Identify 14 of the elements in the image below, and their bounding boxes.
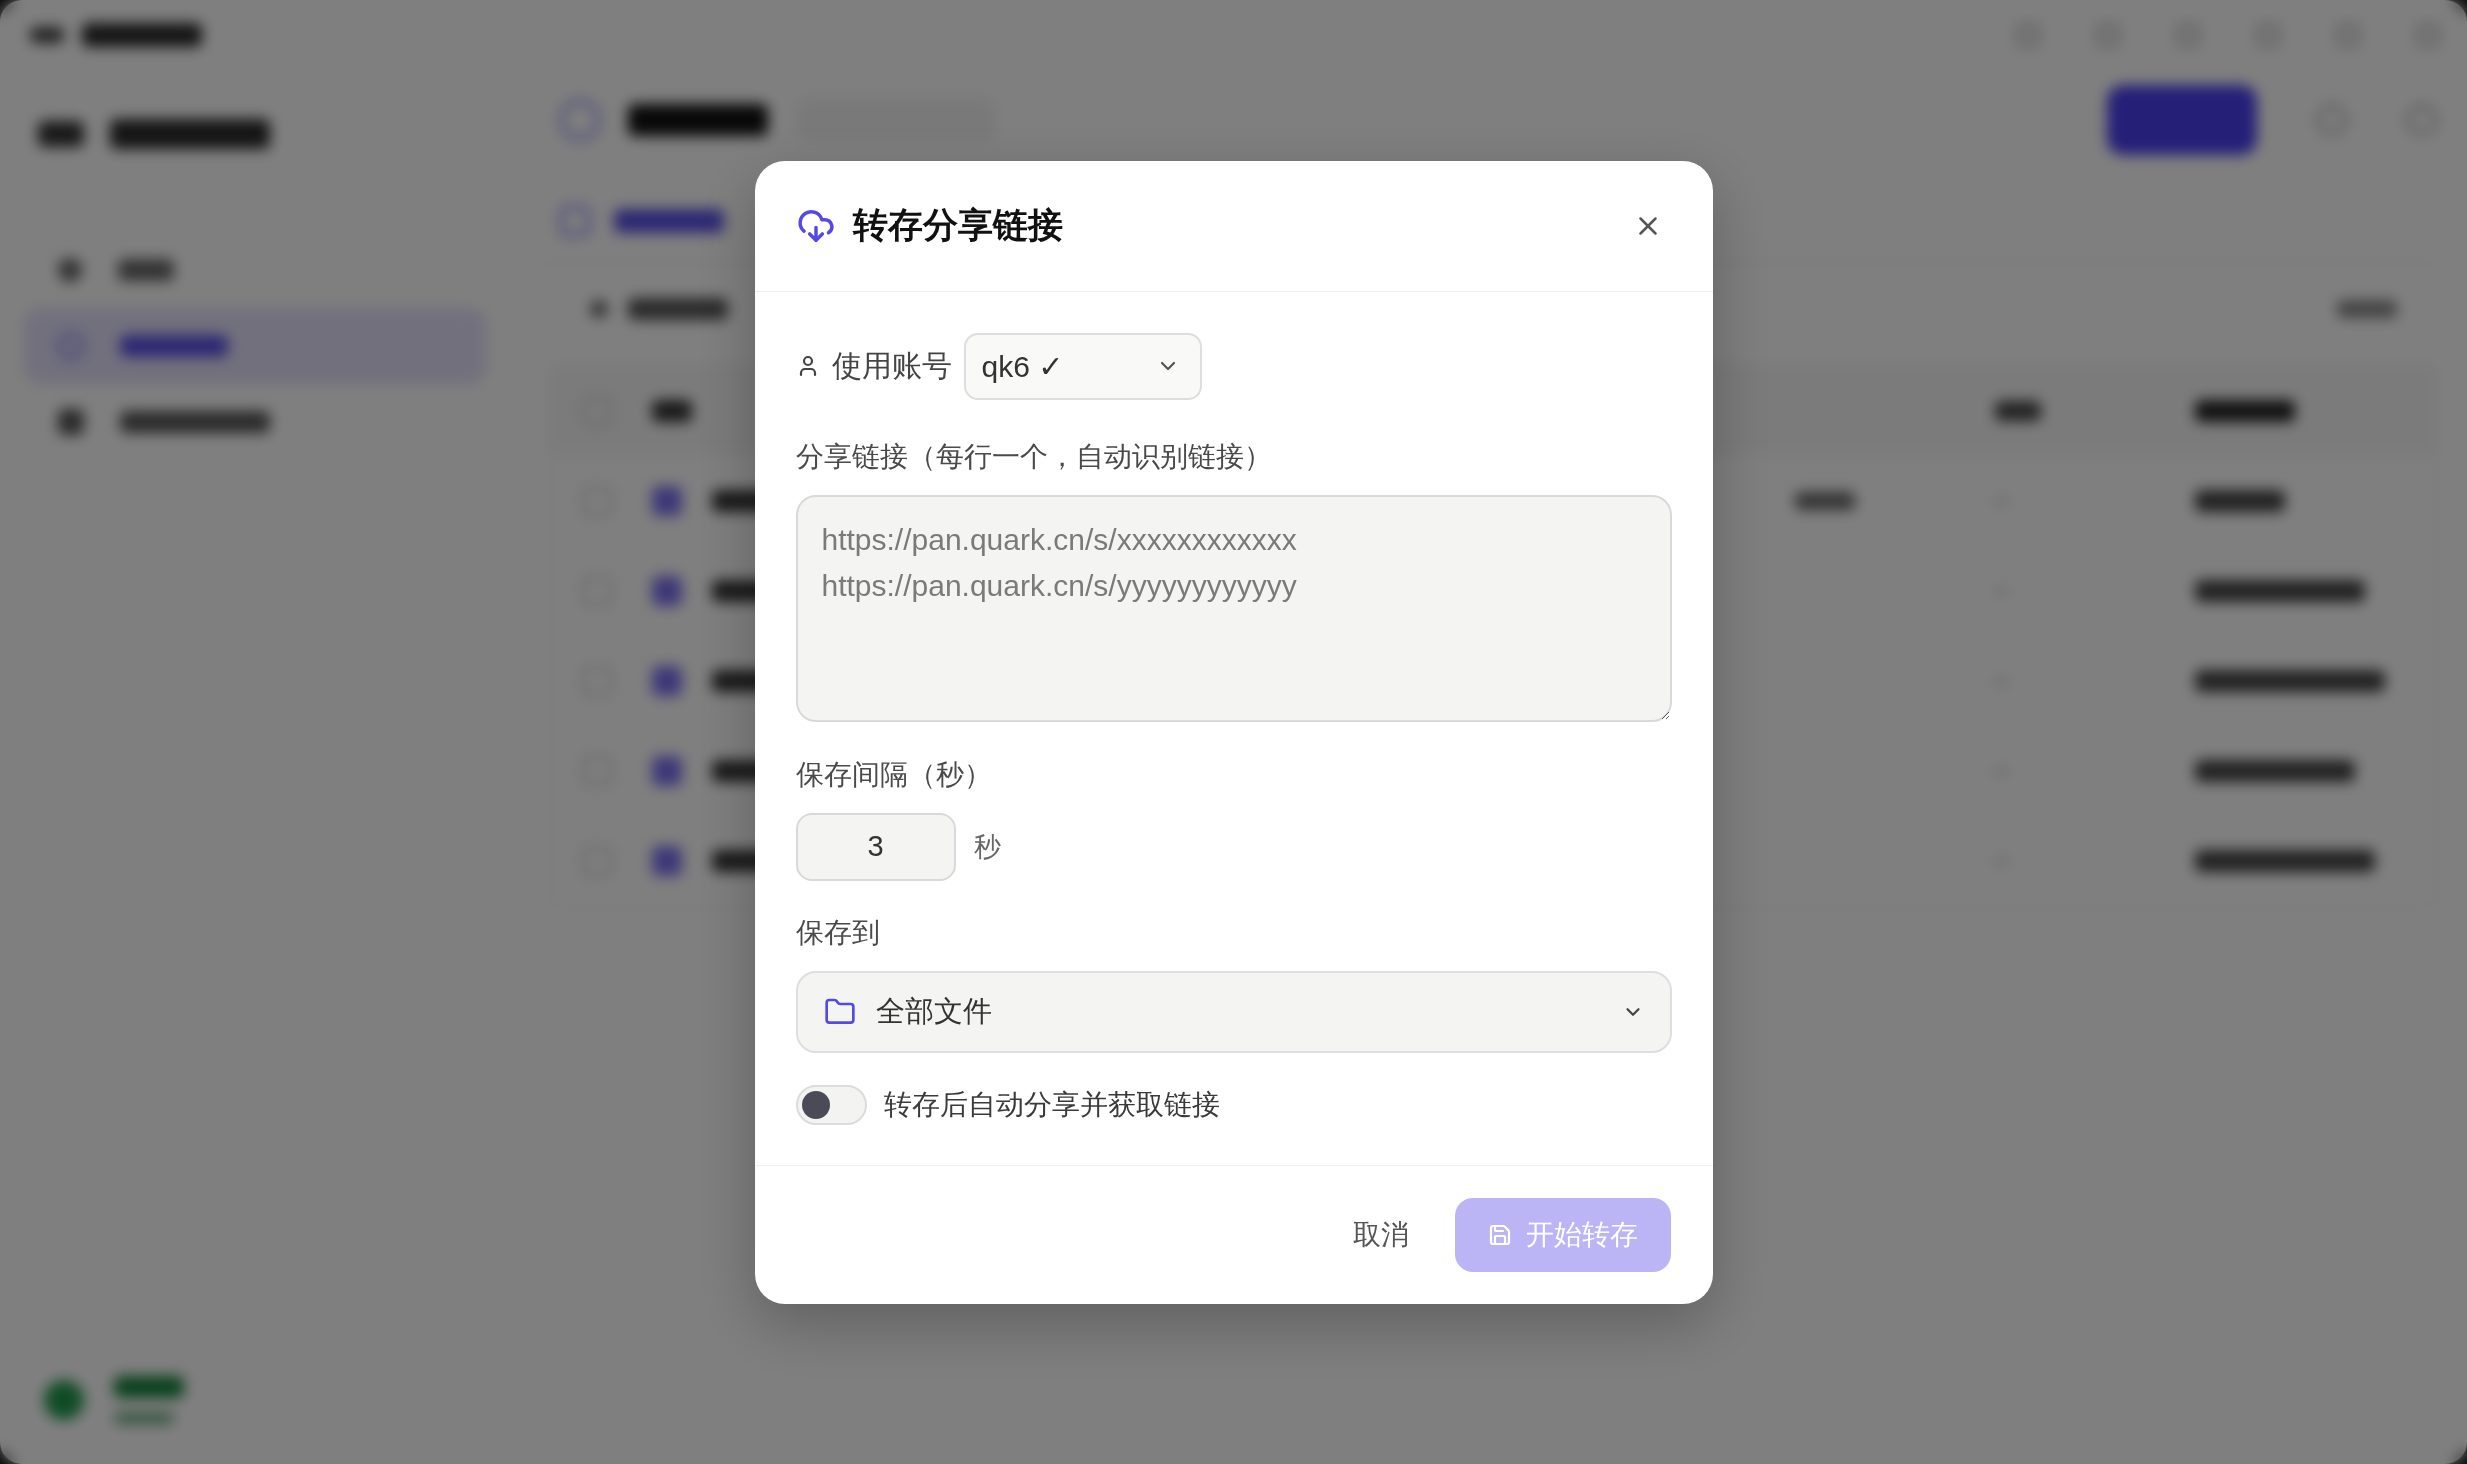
links-label: 分享链接（每行一个，自动识别链接） bbox=[795, 439, 1272, 474]
destination-label: 保存到 bbox=[795, 915, 880, 950]
auto-share-label: 转存后自动分享并获取链接 bbox=[883, 1087, 1220, 1122]
account-label: 使用账号 bbox=[831, 347, 952, 384]
interval-input[interactable]: 3 bbox=[795, 812, 956, 881]
account-select[interactable]: qk6 ✓ bbox=[963, 332, 1202, 400]
cancel-button[interactable]: 取消 bbox=[1328, 1197, 1433, 1272]
unit-label: 秒 bbox=[973, 830, 1001, 864]
dialog-title: 转存分享链接 bbox=[852, 204, 1063, 246]
interval-label: 保存间隔（秒） bbox=[795, 757, 992, 792]
save-icon bbox=[1487, 1222, 1512, 1247]
destination-select[interactable]: 全部文件 bbox=[795, 970, 1672, 1053]
auto-share-toggle[interactable] bbox=[795, 1084, 867, 1125]
links-textarea[interactable]: https://pan.quark.cn/s/xxxxxxxxxxxx https://pan.quark.cn/s/yyyyyyyyyyyy bbox=[795, 494, 1672, 722]
